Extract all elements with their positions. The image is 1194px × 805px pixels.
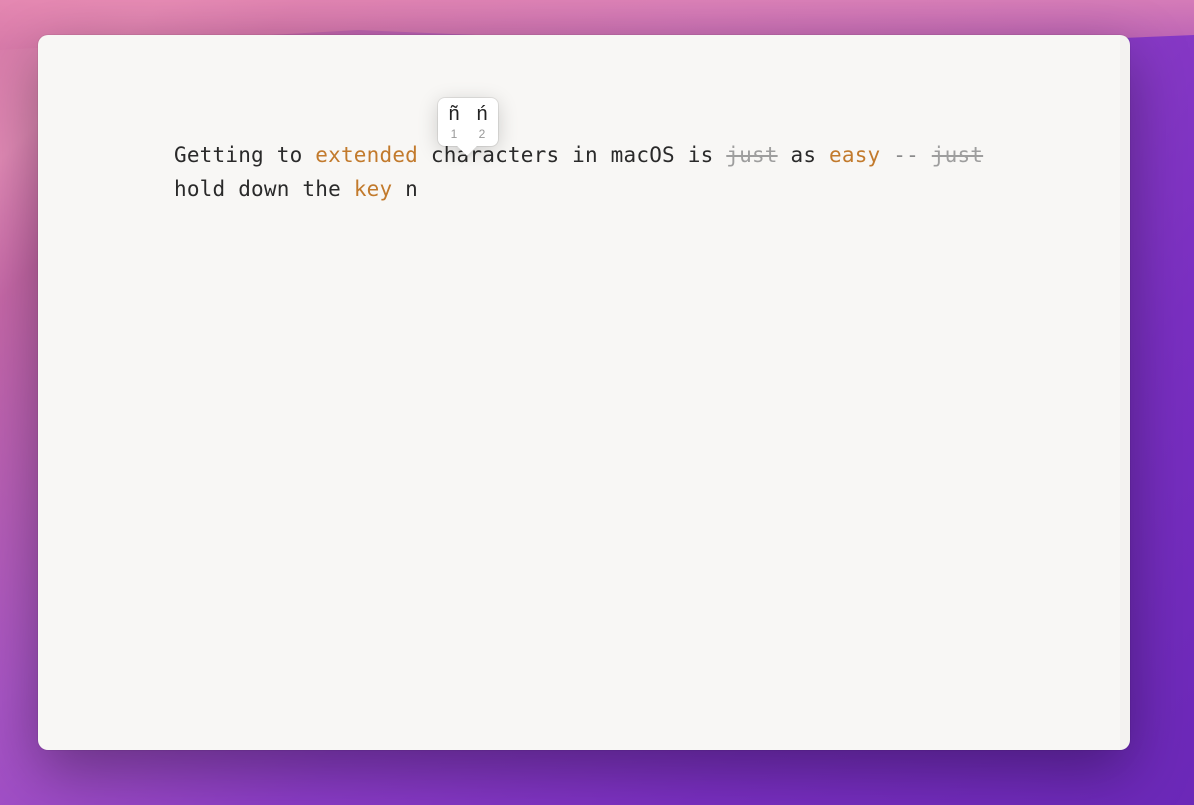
- text-editor-content[interactable]: Getting to extended characters in macOS …: [38, 35, 1120, 750]
- text-strike: just: [932, 143, 983, 167]
- text-plain: Getting to: [174, 143, 315, 167]
- accent-option-1[interactable]: ñ1: [440, 102, 468, 143]
- accent-index: 2: [479, 127, 486, 143]
- text-dim: --: [893, 143, 919, 167]
- accent-index: 1: [451, 127, 458, 143]
- accent-character-popup: ñ1ń2: [438, 98, 498, 146]
- text-plain: [880, 143, 893, 167]
- text-highlight: extended: [315, 143, 418, 167]
- text-highlight: easy: [829, 143, 880, 167]
- editor-window: Getting to extended characters in macOS …: [38, 35, 1130, 750]
- text-plain: [919, 143, 932, 167]
- text-plain: as: [778, 143, 829, 167]
- accent-option-2[interactable]: ń2: [468, 102, 496, 143]
- scrollbar[interactable]: [1120, 35, 1130, 750]
- accent-char: ñ: [448, 102, 459, 126]
- text-highlight: key: [354, 177, 393, 201]
- text-plain: n: [392, 177, 418, 201]
- text-strike: just: [726, 143, 777, 167]
- accent-char: ń: [476, 102, 487, 126]
